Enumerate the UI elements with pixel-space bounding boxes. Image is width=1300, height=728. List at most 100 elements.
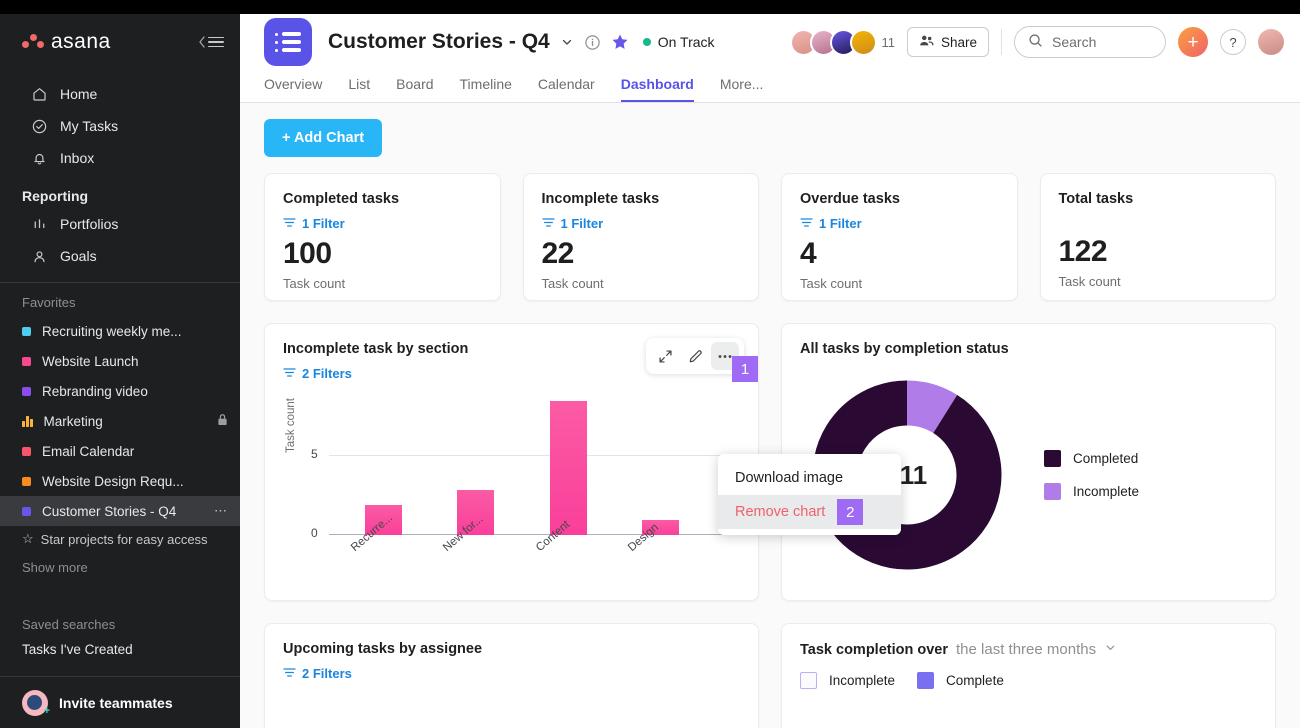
expand-icon[interactable] [651, 342, 679, 370]
legend-item-incomplete[interactable]: Incomplete [800, 672, 895, 689]
metric-subtitle: Task count [800, 276, 999, 291]
portfolio-bar-chart-icon [22, 416, 33, 427]
metric-cards-row: Completed tasks 1 Filter 100 Task count … [264, 173, 1276, 301]
info-circle-icon[interactable] [584, 34, 601, 51]
search-placeholder: Search [1052, 34, 1096, 50]
legend-item-completed[interactable]: Completed [1044, 450, 1139, 467]
star-projects-hint[interactable]: ☆ Star projects for easy access [0, 526, 240, 552]
project-color-dot [22, 327, 31, 336]
metric-title: Overdue tasks [800, 191, 999, 207]
star-hint-label: Star projects for easy access [41, 532, 208, 547]
metric-card-incomplete-tasks[interactable]: Incomplete tasks 1 Filter 22 Task count [523, 173, 760, 301]
status-badge[interactable]: On Track [643, 34, 715, 50]
sidebar-item-customer-stories-q4[interactable]: Customer Stories - Q4 ⋯ [0, 496, 240, 526]
tab-timeline[interactable]: Timeline [460, 76, 512, 102]
metric-subtitle: Task count [1059, 274, 1258, 289]
search-input[interactable]: Search [1014, 26, 1166, 58]
saved-search-tasks-ive-created[interactable]: Tasks I've Created [0, 636, 240, 663]
metric-card-completed-tasks[interactable]: Completed tasks 1 Filter 100 Task count [264, 173, 501, 301]
legend-swatch [1044, 483, 1061, 500]
add-chart-button[interactable]: + Add Chart [264, 119, 382, 157]
bar-content[interactable] [550, 401, 587, 535]
filter-label: 1 Filter [819, 216, 862, 231]
metric-title: Total tasks [1059, 191, 1258, 207]
tab-dashboard[interactable]: Dashboard [621, 76, 694, 102]
chevron-down-icon[interactable] [1104, 641, 1117, 659]
filter-icon [800, 216, 813, 231]
avatar [850, 29, 877, 56]
check-circle-icon [30, 117, 48, 135]
bell-icon [30, 149, 48, 167]
collapse-sidebar-button[interactable] [198, 36, 224, 48]
project-color-dot [22, 507, 31, 516]
tab-overview[interactable]: Overview [264, 76, 322, 102]
sidebar-item-marketing[interactable]: Marketing [0, 406, 240, 436]
sidebar-section-reporting: Reporting [0, 180, 240, 208]
metric-value: 22 [542, 237, 741, 271]
help-button[interactable]: ? [1220, 29, 1246, 55]
asana-logo[interactable]: asana [22, 30, 111, 54]
chevron-left-icon [198, 36, 206, 48]
sidebar-item-website-launch[interactable]: Website Launch [0, 346, 240, 376]
home-icon [30, 85, 48, 103]
tab-calendar[interactable]: Calendar [538, 76, 595, 102]
filter-icon [283, 366, 296, 381]
create-button[interactable]: + [1178, 27, 1208, 57]
metric-card-overdue-tasks[interactable]: Overdue tasks 1 Filter 4 Task count [781, 173, 1018, 301]
menu-item-remove-chart[interactable]: Remove chart 2 [718, 495, 901, 529]
filter-icon [542, 216, 555, 231]
sidebar-item-rebranding-video[interactable]: Rebranding video [0, 376, 240, 406]
sidebar-item-goals[interactable]: Goals [8, 240, 232, 272]
y-axis-label: Task count [285, 398, 297, 453]
filter-link[interactable]: 1 Filter [800, 216, 999, 231]
legend-item-complete[interactable]: Complete [917, 672, 1004, 689]
completion-legend: Incomplete Complete [800, 672, 1257, 689]
filter-link[interactable]: 1 Filter [542, 216, 741, 231]
legend-item-incomplete[interactable]: Incomplete [1044, 483, 1139, 500]
metric-card-total-tasks[interactable]: Total tasks 122 Task count [1040, 173, 1277, 301]
favorites-title: Favorites [0, 289, 240, 316]
sidebar-item-label: Inbox [60, 150, 94, 166]
show-more-button[interactable]: Show more [0, 552, 240, 583]
sidebar-item-home[interactable]: Home [8, 78, 232, 110]
filter-link[interactable]: 2 Filters [283, 666, 740, 681]
share-button[interactable]: Share [907, 27, 989, 57]
dashboard-grid: Completed tasks 1 Filter 100 Task count … [264, 173, 1276, 728]
asana-dashboard-app: asana Home My Tasks [0, 0, 1300, 728]
sidebar-item-recruiting-weekly[interactable]: Recruiting weekly me... [0, 316, 240, 346]
filter-label: 1 Filter [302, 216, 345, 231]
filter-icon [283, 216, 296, 231]
pencil-icon[interactable] [681, 342, 709, 370]
chevron-down-icon[interactable] [560, 35, 574, 49]
lock-icon [217, 413, 228, 429]
star-filled-icon[interactable] [611, 33, 629, 51]
sidebar-item-email-calendar[interactable]: Email Calendar [0, 436, 240, 466]
people-icon [919, 34, 934, 50]
bar-series [329, 385, 740, 535]
bar-chart-icon [30, 215, 48, 233]
window-chrome-top-right [240, 0, 1300, 14]
time-range-selector[interactable]: the last three months [956, 641, 1096, 658]
filter-link[interactable]: 1 Filter [283, 216, 482, 231]
menu-item-download-image[interactable]: Download image [718, 461, 901, 495]
hamburger-icon [208, 37, 224, 48]
sidebar-item-portfolios[interactable]: Portfolios [8, 208, 232, 240]
sidebar-item-label: My Tasks [60, 118, 118, 134]
account-avatar[interactable] [1258, 29, 1284, 55]
favorite-label: Customer Stories - Q4 [42, 504, 176, 519]
sidebar-item-inbox[interactable]: Inbox [8, 142, 232, 174]
tab-more[interactable]: More... [720, 76, 764, 102]
sidebar-item-website-design-requests[interactable]: Website Design Requ... [0, 466, 240, 496]
legend-swatch [1044, 450, 1061, 467]
invite-teammates-button[interactable]: + Invite teammates [0, 676, 240, 728]
dashboard-body: + Add Chart Completed tasks 1 Filter 100… [240, 103, 1300, 728]
project-overflow-icon[interactable]: ⋯ [214, 503, 228, 519]
tab-board[interactable]: Board [396, 76, 433, 102]
bottom-chart-cards-row: Upcoming tasks by assignee 2 Filters Tas… [264, 623, 1276, 728]
window-chrome-top [0, 0, 240, 14]
favorite-label: Website Design Requ... [42, 474, 184, 489]
member-avatars[interactable]: 11 [790, 29, 895, 56]
sidebar-item-my-tasks[interactable]: My Tasks [8, 110, 232, 142]
member-count: 11 [881, 35, 895, 50]
tab-list[interactable]: List [348, 76, 370, 102]
